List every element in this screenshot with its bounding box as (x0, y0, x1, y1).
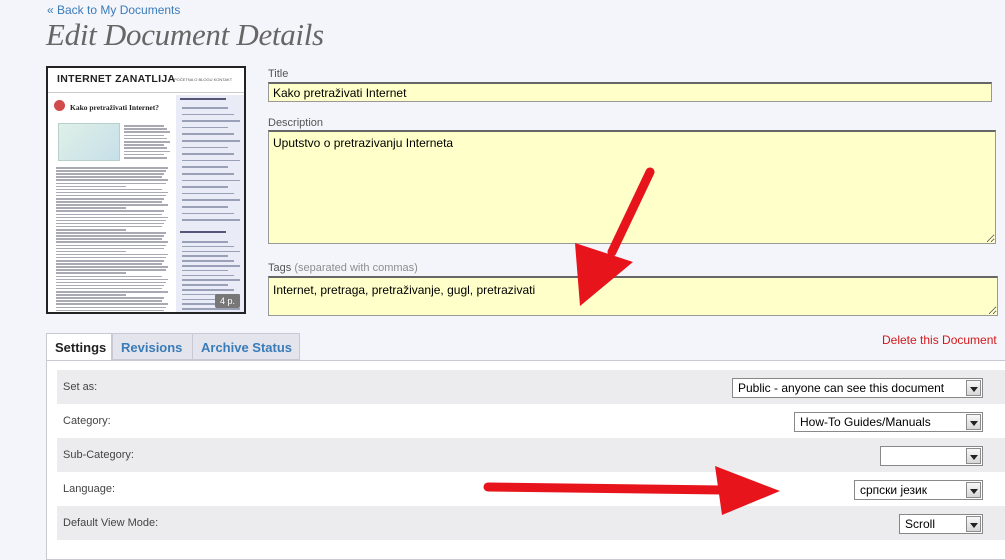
red-arrow-icon (483, 466, 780, 515)
annotation-arrows (483, 167, 780, 515)
red-arrow-icon (575, 167, 655, 306)
